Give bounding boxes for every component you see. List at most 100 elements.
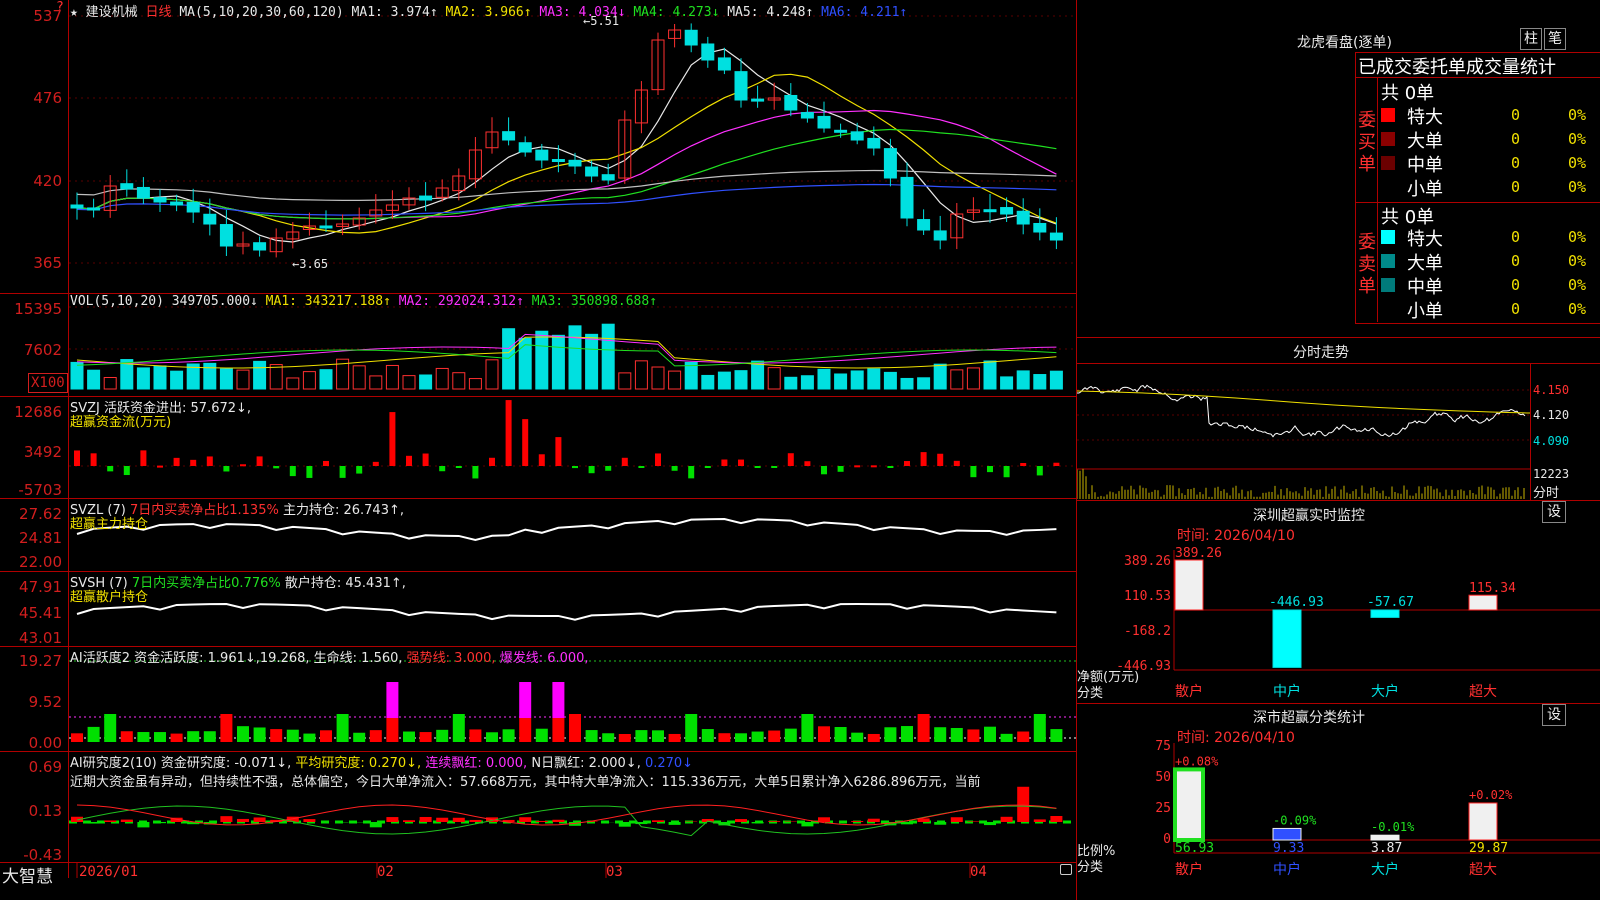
order-color-swatch bbox=[1381, 302, 1395, 316]
bar-mode-button[interactable]: 柱 bbox=[1520, 28, 1542, 50]
vol-ma3: MA3: 350898.688↑ bbox=[531, 294, 658, 309]
order-color-swatch bbox=[1381, 230, 1395, 244]
tick-mode-button[interactable]: 笔 bbox=[1544, 28, 1566, 50]
volume-bar bbox=[485, 359, 499, 390]
svsh-line bbox=[76, 603, 1057, 621]
volume-bar bbox=[319, 369, 333, 390]
volume-bar bbox=[933, 363, 947, 390]
candle-body bbox=[120, 183, 134, 190]
ai-active-bar bbox=[237, 726, 249, 742]
intraday-y-label: 4.150 bbox=[1533, 383, 1570, 397]
svzj-bar bbox=[1036, 466, 1043, 476]
stats-delta: -0.09% bbox=[1273, 813, 1317, 827]
research-bar bbox=[469, 819, 482, 822]
stats-value: 29.87 bbox=[1469, 841, 1508, 856]
intraday-y-label: 4.120 bbox=[1533, 408, 1570, 422]
favorite-star-icon[interactable]: ★ bbox=[70, 5, 78, 20]
ai-active-bar bbox=[120, 731, 133, 742]
intraday-label: 分时 bbox=[1533, 486, 1560, 501]
svzl-hold: 主力持仓: 26.743↑, bbox=[282, 503, 404, 518]
ai-active-bar bbox=[801, 714, 814, 742]
svzl-y-label: 22.00 bbox=[19, 553, 62, 571]
buy-side-label: 委买单 bbox=[1358, 110, 1376, 175]
ai-active-bar bbox=[701, 729, 714, 742]
ai-active-bar bbox=[203, 731, 216, 742]
deal-title-line bbox=[1355, 77, 1600, 78]
main-y-label: 420 bbox=[33, 172, 62, 190]
volume-bar bbox=[170, 370, 184, 390]
order-count: 0 bbox=[1511, 300, 1521, 318]
volume-bar bbox=[950, 369, 964, 390]
svzj-bar bbox=[389, 412, 396, 466]
ai-research-v1: 资金研究度: -0.071↓, bbox=[160, 756, 292, 771]
research-bar bbox=[403, 820, 415, 822]
main-y-label: 476 bbox=[33, 89, 62, 107]
ai-active-bar bbox=[253, 727, 266, 742]
research-bar bbox=[735, 819, 747, 822]
research-bar bbox=[419, 816, 432, 822]
candle-body bbox=[800, 112, 814, 119]
stats-value: 56.93 bbox=[1175, 841, 1214, 856]
svzl-ratio: 7日内买卖净占比1.135% bbox=[129, 503, 279, 518]
monitor-bar-value: -57.67 bbox=[1367, 595, 1414, 610]
monitor-bar bbox=[1370, 609, 1400, 618]
svzj-bar bbox=[372, 461, 379, 466]
research-bar bbox=[851, 821, 864, 822]
ai-active-bar bbox=[552, 718, 565, 742]
stock-name: 建设机械 bbox=[85, 5, 138, 20]
monitor-chart: 389.26 散户 -446.93 中户 -57.67 大户 115.34 超大 bbox=[1173, 546, 1600, 700]
svzj-bar bbox=[190, 459, 197, 466]
svzj-bar bbox=[987, 466, 993, 473]
candle-body bbox=[917, 219, 931, 231]
period-label[interactable]: 日线 bbox=[146, 5, 172, 20]
order-size-label: 大单 bbox=[1407, 253, 1443, 274]
research-bar bbox=[652, 820, 664, 822]
ai-active-bar bbox=[1017, 731, 1030, 742]
svzj-bar bbox=[572, 466, 578, 469]
research-bar bbox=[120, 819, 133, 822]
volume-bar bbox=[717, 371, 731, 390]
candle-body bbox=[87, 207, 101, 211]
monitor-category: 大户 bbox=[1371, 683, 1399, 700]
svzj-bar bbox=[787, 453, 794, 466]
volume-bar bbox=[767, 367, 781, 390]
vol-header: VOL(5,10,20) 349705.000↓ MA1: 343217.188… bbox=[70, 294, 657, 309]
svzj-bar bbox=[821, 466, 827, 475]
research-bar bbox=[436, 817, 449, 822]
ai-research-v5: 0.270↓ bbox=[644, 756, 694, 771]
ai-active-y-label: 9.52 bbox=[28, 693, 62, 711]
research-bar bbox=[87, 822, 100, 824]
volume-bar bbox=[867, 368, 881, 390]
svzj-bar bbox=[970, 466, 977, 478]
ai-active-y-label: 0.00 bbox=[28, 734, 62, 752]
main-y-label: 537 bbox=[33, 7, 62, 25]
intraday-chart[interactable] bbox=[1077, 363, 1530, 500]
candle-body bbox=[518, 142, 532, 153]
candle-body bbox=[419, 195, 433, 201]
order-color-swatch bbox=[1381, 278, 1395, 292]
svzj-bar bbox=[771, 466, 778, 468]
ai-active-bar bbox=[668, 733, 681, 742]
stats-delta: +0.02% bbox=[1469, 788, 1513, 802]
research-bar bbox=[1017, 786, 1030, 822]
ai-active-bar bbox=[170, 733, 183, 742]
order-pct: 0% bbox=[1568, 252, 1587, 270]
svzj-bar bbox=[555, 437, 562, 466]
research-bar bbox=[253, 817, 266, 822]
volume-bar bbox=[219, 368, 233, 390]
ai-active-bar bbox=[386, 718, 399, 742]
ai-active-bar bbox=[1050, 729, 1063, 742]
ai-research-label: AI研究度2(10) bbox=[70, 756, 157, 771]
intraday-vol-label: 12223 bbox=[1533, 467, 1570, 481]
research-bar bbox=[751, 822, 764, 824]
candle-body bbox=[585, 166, 599, 177]
svzj-bar bbox=[406, 455, 412, 466]
ma4-value: MA4: 4.273↓ bbox=[633, 5, 720, 20]
research-bar bbox=[535, 820, 548, 822]
lock-icon[interactable] bbox=[1060, 864, 1072, 875]
research-bar bbox=[552, 819, 565, 822]
candle-body bbox=[883, 148, 897, 179]
svzj-bar bbox=[605, 466, 612, 471]
ai-active-bar bbox=[685, 714, 698, 742]
dragon-title: 龙虎看盘(逐单) bbox=[1297, 35, 1392, 51]
